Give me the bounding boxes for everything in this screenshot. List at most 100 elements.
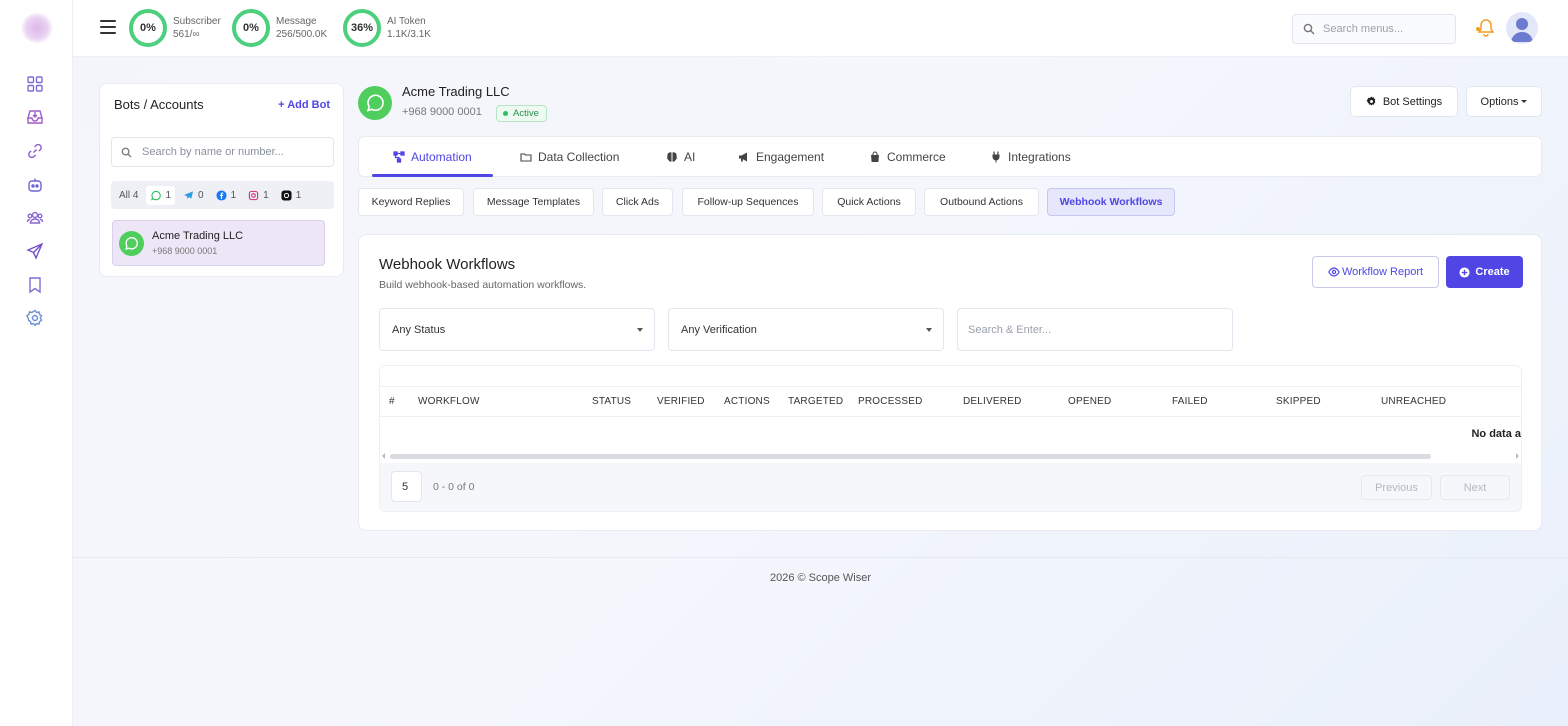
column-header[interactable]: FAILED (1172, 396, 1208, 407)
column-header[interactable]: STATUS (592, 396, 631, 407)
filter-facebook[interactable]: 1 (212, 186, 241, 205)
tab-data-collection[interactable]: Data Collection (520, 137, 619, 176)
webhook-workflows-card: Webhook Workflows Build webhook-based au… (358, 234, 1542, 531)
tab-label: Integrations (1008, 149, 1071, 164)
filter-all-label: All 4 (119, 189, 139, 201)
eye-icon (1328, 267, 1340, 277)
stat-label: Message (276, 16, 317, 27)
inbox-icon[interactable] (25, 107, 45, 127)
settings-icon[interactable] (25, 308, 45, 328)
column-header[interactable]: TARGETED (788, 396, 843, 407)
tab-integrations[interactable]: Integrations (990, 137, 1071, 176)
stat-subscriber: 0% Subscriber 561/∞ (129, 9, 221, 47)
filter-count: 1 (230, 189, 237, 201)
column-header[interactable]: UNREACHED (1381, 396, 1446, 407)
subtab-follow-up-sequences[interactable]: Follow-up Sequences (682, 188, 814, 216)
filter-telegram[interactable]: 0 (179, 186, 208, 205)
page-size-input[interactable]: 5 (391, 471, 422, 502)
telegram-icon (183, 190, 194, 199)
next-button[interactable]: Next (1440, 475, 1510, 500)
add-bot-button[interactable]: + Add Bot (278, 99, 330, 111)
previous-button[interactable]: Previous (1361, 475, 1432, 500)
chevron-down-icon (926, 328, 932, 332)
filter-instagram[interactable]: 1 (244, 186, 273, 205)
workflow-search-placeholder: Search & Enter... (968, 323, 1052, 336)
workflow-table: # WORKFLOW STATUS VERIFIED ACTIONS TARGE… (379, 365, 1522, 512)
brain-icon (667, 151, 677, 162)
whatsapp-icon (151, 190, 162, 201)
menu-search-input[interactable]: Search menus... (1292, 14, 1456, 44)
filter-whatsapp[interactable]: 1 (146, 185, 176, 205)
create-button[interactable]: Create (1446, 256, 1523, 288)
subtab-outbound-actions[interactable]: Outbound Actions (924, 188, 1039, 216)
subtab-click-ads[interactable]: Click Ads (602, 188, 673, 216)
dashboard-icon[interactable] (25, 74, 45, 94)
footer-copyright: 2026 © Scope Wiser (769, 572, 872, 584)
main-tabs: Automation Data Collection AI Engagement… (358, 136, 1542, 177)
bell-icon[interactable] (1475, 17, 1497, 39)
user-avatar[interactable] (1506, 12, 1538, 44)
scroll-left-arrow[interactable] (382, 453, 385, 459)
column-header[interactable]: VERIFIED (657, 396, 705, 407)
bot-settings-button[interactable]: Bot Settings (1350, 86, 1458, 117)
filter-threads[interactable]: 1 (277, 186, 306, 205)
threads-icon (281, 189, 292, 201)
bot-icon[interactable] (25, 175, 45, 195)
status-select[interactable]: Any Status (379, 308, 655, 351)
bot-search-placeholder: Search by name or number... (142, 146, 284, 158)
bot-list-item[interactable]: Acme Trading LLC +968 9000 0001 (112, 220, 325, 266)
tab-automation[interactable]: Automation (372, 137, 493, 177)
verification-select[interactable]: Any Verification (668, 308, 944, 351)
folder-icon (520, 152, 532, 162)
brand-logo[interactable] (21, 13, 53, 43)
search-icon (1303, 23, 1315, 35)
tab-label: AI (684, 149, 696, 164)
page-info: 0 - 0 of 0 (433, 481, 475, 493)
account-name: Acme Trading LLC (402, 84, 510, 99)
tab-ai[interactable]: AI (666, 137, 695, 176)
column-header[interactable]: PROCESSED (858, 396, 923, 407)
options-button[interactable]: Options (1466, 86, 1542, 117)
filter-count: 0 (198, 189, 204, 201)
chevron-down-icon (1521, 100, 1528, 103)
subtab-quick-actions[interactable]: Quick Actions (822, 188, 916, 216)
column-header[interactable]: ACTIONS (724, 396, 770, 407)
scroll-right-arrow[interactable] (1516, 453, 1519, 459)
empty-state: No data a (1471, 428, 1521, 440)
menu-toggle-icon[interactable] (100, 20, 116, 34)
column-header[interactable]: OPENED (1068, 396, 1111, 407)
account-number: +968 9000 0001 (402, 106, 482, 118)
instagram-icon (248, 190, 259, 200)
bag-icon (871, 150, 879, 162)
column-header[interactable]: WORKFLOW (418, 396, 480, 407)
users-icon[interactable] (25, 208, 45, 228)
megaphone-icon (739, 152, 747, 161)
plus-circle-icon (1459, 266, 1470, 278)
column-header[interactable]: # (389, 396, 395, 407)
subtab-webhook-workflows[interactable]: Webhook Workflows (1047, 188, 1175, 216)
horizontal-scrollbar[interactable] (390, 454, 1431, 459)
column-header[interactable]: DELIVERED (963, 396, 1022, 407)
bot-search-input[interactable]: Search by name or number... (111, 137, 334, 167)
filter-all[interactable]: All 4 (115, 186, 142, 205)
workflow-report-button[interactable]: Workflow Report (1312, 256, 1439, 288)
tab-commerce[interactable]: Commerce (869, 137, 946, 176)
pagination: 5 0 - 0 of 0 Previous Next (380, 463, 1521, 511)
verification-select-value: Any Verification (681, 323, 757, 336)
left-rail (0, 0, 73, 726)
plug-icon (992, 151, 1000, 162)
tab-engagement[interactable]: Engagement (738, 137, 824, 176)
bookmark-icon[interactable] (25, 275, 45, 295)
subtab-keyword-replies[interactable]: Keyword Replies (358, 188, 464, 216)
channel-filters: All 4 1 0 1 1 1 (111, 181, 334, 209)
filter-count: 1 (263, 189, 269, 201)
bot-settings-label: Bot Settings (1382, 95, 1443, 108)
subtab-message-templates[interactable]: Message Templates (473, 188, 594, 216)
column-header[interactable]: SKIPPED (1276, 396, 1321, 407)
link-icon[interactable] (25, 141, 45, 161)
chevron-down-icon (637, 328, 643, 332)
send-icon[interactable] (25, 241, 45, 261)
workflow-search-input[interactable]: Search & Enter... (957, 308, 1233, 351)
facebook-icon (216, 189, 227, 201)
tab-label: Engagement (756, 149, 825, 164)
